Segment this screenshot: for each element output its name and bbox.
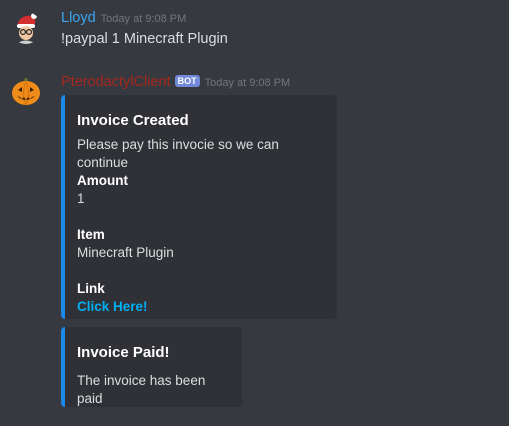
santa-avatar-icon[interactable] bbox=[10, 12, 42, 44]
field-name: Amount bbox=[77, 173, 128, 188]
field-item: Item Minecraft Plugin bbox=[77, 226, 325, 262]
timestamp: Today at 9:08 PM bbox=[100, 13, 187, 25]
pumpkin-avatar-icon[interactable] bbox=[10, 75, 42, 107]
embed-title: Invoice Created bbox=[77, 112, 189, 129]
username[interactable]: PterodactylClient bbox=[61, 74, 171, 90]
embed-invoice-paid: Invoice Paid! The invoice has been paid bbox=[61, 327, 242, 407]
username[interactable]: Lloyd bbox=[61, 10, 96, 26]
embed-description: Please pay this invocie so we can contin… bbox=[77, 137, 279, 170]
field-value: Minecraft Plugin bbox=[77, 245, 174, 260]
field-name: Item bbox=[77, 227, 105, 242]
field-value: 1 bbox=[77, 191, 85, 206]
click-here-link[interactable]: Click Here! bbox=[77, 298, 325, 316]
bot-tag: BOT bbox=[174, 75, 200, 87]
embed-description: The invoice has been paid bbox=[77, 373, 206, 406]
field-name: Link bbox=[77, 281, 105, 296]
message-content: !paypal 1 Minecraft Plugin bbox=[61, 31, 228, 47]
timestamp: Today at 9:08 PM bbox=[204, 77, 291, 89]
author-line: PterodactylClient BOT Today at 9:08 PM bbox=[61, 73, 290, 91]
field-amount: Amount 1 bbox=[77, 172, 325, 208]
field-link: Link Click Here! bbox=[77, 280, 325, 316]
author-line: Lloyd Today at 9:08 PM bbox=[61, 9, 186, 27]
embed-invoice-created: Invoice Created Please pay this invocie … bbox=[61, 95, 337, 319]
embed-title: Invoice Paid! bbox=[77, 344, 170, 361]
